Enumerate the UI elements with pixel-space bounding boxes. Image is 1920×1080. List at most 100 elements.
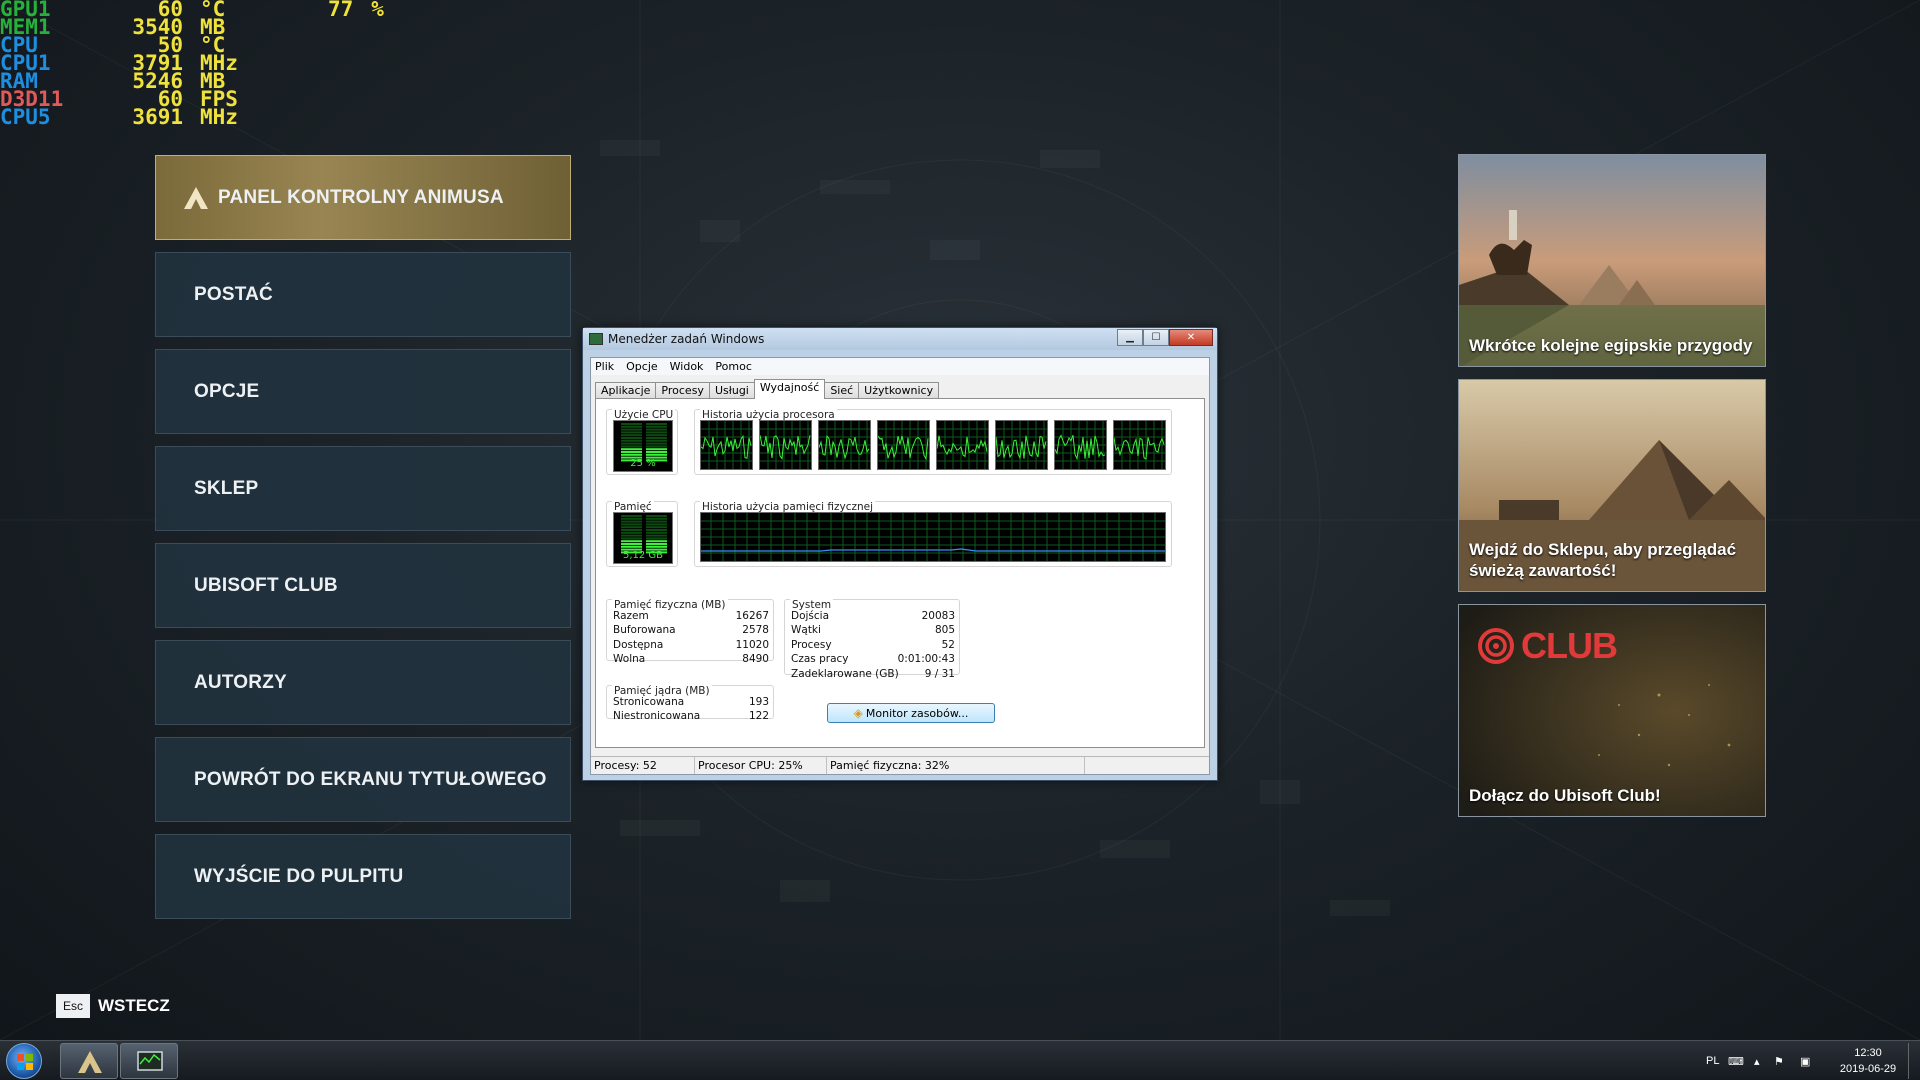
stat-row: Razem 16267	[613, 610, 769, 624]
close-icon: ✕	[1186, 332, 1196, 343]
minimize-button[interactable]: ▁	[1117, 329, 1143, 346]
taskbar-taskmgr-button[interactable]	[120, 1043, 178, 1079]
animus-logo-icon	[184, 186, 208, 209]
stat-value: 122	[748, 710, 769, 723]
gauge-segment	[646, 442, 667, 445]
gauge-segment	[621, 515, 642, 517]
gauge-segment	[621, 437, 642, 439]
cpu-core-line	[818, 421, 870, 469]
system-group: System Dojścia 20083 Wątki 805 Procesy 52 Czas…	[784, 599, 960, 680]
taskbar-clock[interactable]: 12:30 2019-06-29	[1830, 1045, 1906, 1077]
cpu-gauge-bars	[621, 423, 667, 462]
menu-widok[interactable]: Widok	[670, 358, 704, 375]
menu-item[interactable]: SKLEP	[155, 446, 571, 531]
osd-gpu-load: 77%	[328, 0, 384, 21]
stat-value: 11020	[735, 638, 769, 651]
gauge-segment	[646, 445, 667, 448]
memory-gauge: 5,12 GB	[613, 512, 673, 564]
gauge-segment	[646, 431, 667, 434]
ubisoft-swirl-icon	[1478, 628, 1514, 664]
network-icon[interactable]: ▣	[1800, 1041, 1810, 1080]
tab[interactable]: Usługi	[708, 382, 755, 399]
tab[interactable]: Sieć	[824, 382, 860, 399]
menu-item[interactable]: POWRÓT DO EKRANU TYTUŁOWEGO	[155, 737, 571, 822]
osd-gpu-load-unit: %	[371, 0, 384, 21]
gauge-segment	[646, 425, 667, 428]
stat-value: 20083	[921, 610, 955, 622]
tab[interactable]: Użytkownicy	[858, 382, 940, 399]
cpu-core-line	[1113, 421, 1165, 469]
stat-label: Czas pracy	[791, 653, 849, 666]
language-indicator[interactable]: PL	[1706, 1041, 1719, 1080]
gauge-segment	[621, 445, 642, 448]
stat-label: Buforowana	[613, 624, 676, 637]
gauge-segment	[621, 431, 642, 434]
menu-item[interactable]: POSTAĆ	[155, 252, 571, 337]
minimize-icon: ▁	[1126, 332, 1134, 343]
menu-pomoc[interactable]: Pomoc	[715, 358, 751, 375]
memory-history-graph	[700, 512, 1166, 562]
cpu-usage-group: Użycie CPU 25 %	[606, 409, 678, 475]
menu-item[interactable]: OPCJE	[155, 349, 571, 434]
window-controls: ▁ ☐ ✕	[1117, 329, 1213, 346]
cpu-core-graph	[1054, 420, 1107, 470]
stat-row: Czas pracy 0:01:00:43	[791, 653, 955, 667]
cpu-core-graph	[818, 420, 871, 470]
stat-value: 2578	[742, 624, 769, 637]
tab[interactable]: Aplikacje	[595, 382, 657, 399]
maximize-button[interactable]: ☐	[1143, 329, 1169, 346]
task-manager-icon	[589, 333, 603, 345]
gauge-segment	[621, 540, 642, 543]
card-ubisoft-club[interactable]: CLUB Dołącz do Ubisoft Club!	[1458, 604, 1766, 817]
close-button[interactable]: ✕	[1169, 329, 1213, 346]
gauge-segment	[621, 451, 642, 453]
windows-logo-icon	[17, 1054, 33, 1070]
kernel-memory-table: Stronicowana 193 Niestronicowana 122	[613, 696, 769, 725]
gauge-segment	[646, 451, 667, 453]
back-label: WSTECZ	[98, 996, 170, 1015]
cpu-core-graph	[1113, 420, 1166, 470]
gauge-segment	[646, 439, 667, 442]
cpu-gauge: 25 %	[613, 420, 673, 472]
show-hidden-icons[interactable]: ▴	[1754, 1041, 1760, 1080]
stat-label: Dojścia	[791, 610, 830, 622]
gauge-segment	[621, 520, 642, 523]
performance-panel: Użycie CPU 25 % Historia użycia procesor…	[595, 398, 1205, 748]
cpu-core-graph	[700, 420, 753, 470]
start-button[interactable]	[6, 1043, 42, 1079]
gauge-segment	[621, 517, 642, 520]
clock-time: 12:30	[1854, 1047, 1882, 1059]
card-caption: Wkrótce kolejne egipskie przygody	[1469, 336, 1753, 355]
stat-label: Wolna	[613, 653, 646, 666]
gauge-segment	[646, 526, 667, 529]
gauge-segment	[646, 537, 667, 540]
menu-opcje[interactable]: Opcje	[626, 358, 658, 375]
card-store[interactable]: Wejdź do Sklepu, aby przeglądać świeżą z…	[1458, 379, 1766, 592]
card-egypt-adventures[interactable]: Wkrótce kolejne egipskie przygody	[1458, 154, 1766, 367]
task-manager-window[interactable]: Menedżer zadań Windows ▁ ☐ ✕ Plik Opcje Wi…	[582, 327, 1218, 781]
back-hint[interactable]: Esc WSTECZ	[56, 994, 170, 1018]
gauge-segment	[646, 517, 667, 520]
gauge-segment	[646, 531, 667, 534]
stat-value: 0:01:00:43	[897, 653, 955, 666]
keyboard-icon[interactable]: ⌨	[1728, 1041, 1744, 1080]
tab[interactable]: Procesy	[655, 382, 710, 399]
menu-plik[interactable]: Plik	[595, 358, 614, 375]
menu-item[interactable]: UBISOFT CLUB	[155, 543, 571, 628]
gauge-segment	[621, 529, 642, 531]
action-center-flag-icon[interactable]: ⚑	[1774, 1041, 1784, 1080]
tab[interactable]: Wydajność	[753, 379, 826, 399]
status-bar: Procesy: 52 Procesor CPU: 25% Pamięć fiz…	[591, 756, 1209, 774]
gauge-segment	[621, 423, 642, 425]
menu-item[interactable]: WYJŚCIE DO PULPITU	[155, 834, 571, 919]
card-caption: Dołącz do Ubisoft Club!	[1469, 786, 1661, 805]
show-desktop-button[interactable]	[1908, 1043, 1918, 1079]
taskbar-game-button[interactable]	[60, 1043, 118, 1079]
gauge-segment	[646, 523, 667, 526]
menu-item[interactable]: AUTORZY	[155, 640, 571, 725]
stat-row: Stronicowana 193	[613, 696, 769, 710]
cpu-core-line	[877, 421, 929, 469]
resource-monitor-button[interactable]: ◈ Monitor zasobów...	[827, 703, 995, 723]
menu-item[interactable]: PANEL KONTROLNY ANIMUSA	[155, 155, 571, 240]
cpu-core-line	[1054, 421, 1106, 469]
